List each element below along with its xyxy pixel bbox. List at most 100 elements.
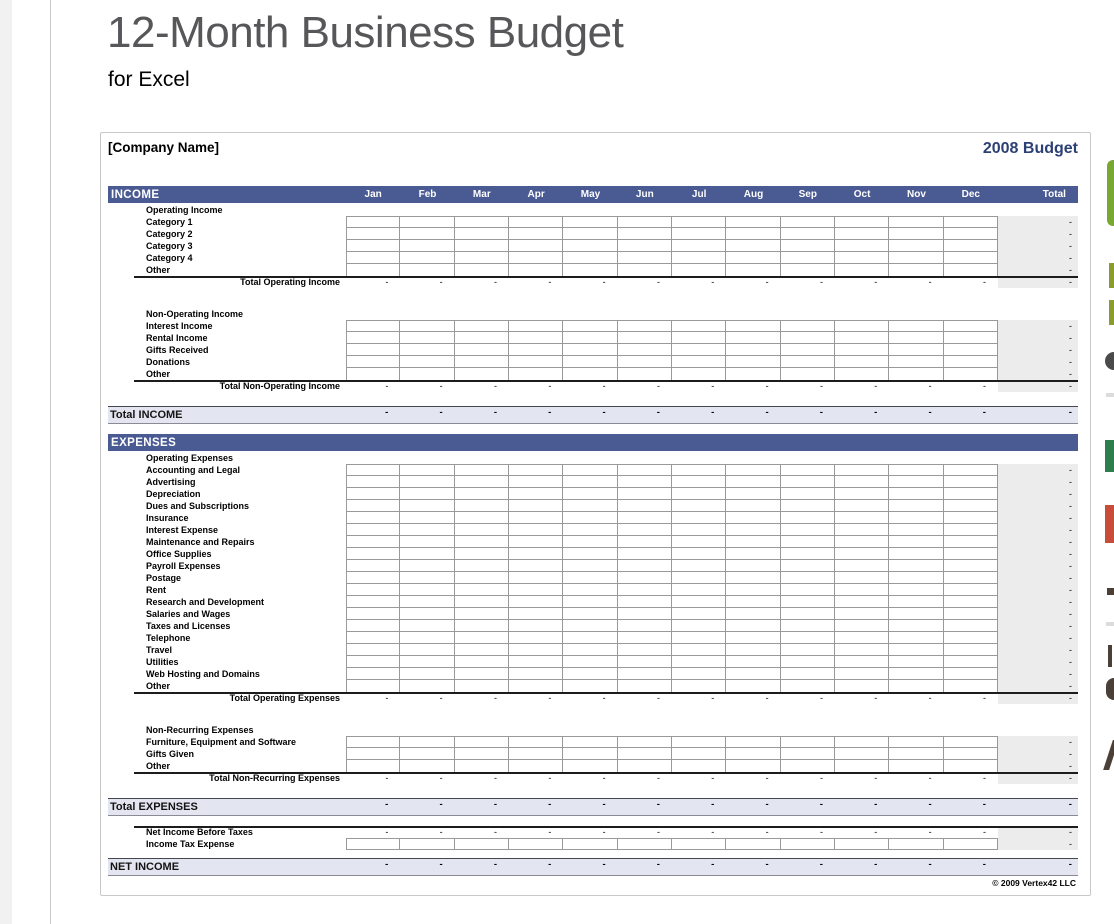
month-cell bbox=[726, 464, 780, 476]
month-cell bbox=[781, 240, 835, 252]
month-cell bbox=[889, 240, 943, 252]
month-cell bbox=[726, 344, 780, 356]
month-cell bbox=[346, 748, 400, 760]
month-cell bbox=[726, 560, 780, 572]
month-cell bbox=[835, 264, 889, 276]
month-cell bbox=[563, 596, 617, 608]
month-value-cell: - bbox=[618, 799, 672, 815]
row-label: Category 4 bbox=[108, 252, 346, 264]
total-cell: - bbox=[998, 596, 1078, 608]
row-label: Web Hosting and Domains bbox=[108, 668, 346, 680]
total-cell: - bbox=[998, 464, 1078, 476]
month-cell bbox=[563, 536, 617, 548]
month-cell bbox=[346, 368, 400, 380]
month-cell bbox=[509, 584, 563, 596]
item-row: Web Hosting and Domains- bbox=[108, 668, 1078, 680]
total-cell: - bbox=[998, 736, 1078, 748]
month-value-cell: - bbox=[944, 380, 998, 392]
total-value-cell: - bbox=[998, 772, 1078, 784]
month-cell bbox=[944, 228, 998, 240]
month-cell bbox=[346, 476, 400, 488]
month-cell bbox=[835, 656, 889, 668]
month-cell bbox=[509, 320, 563, 332]
month-cell bbox=[889, 584, 943, 596]
green-file-icon-fragment[interactable] bbox=[1105, 440, 1114, 472]
month-value-cell: - bbox=[563, 799, 617, 815]
month-cell bbox=[835, 320, 889, 332]
month-cell bbox=[835, 572, 889, 584]
month-cell bbox=[781, 644, 835, 656]
month-cell bbox=[346, 332, 400, 344]
month-cell bbox=[563, 760, 617, 772]
month-value-cell: - bbox=[455, 380, 509, 392]
block-title-row: Operating Income bbox=[108, 204, 1078, 216]
spacer-row bbox=[108, 288, 1078, 308]
month-cell bbox=[889, 536, 943, 548]
month-cell bbox=[781, 332, 835, 344]
row-label: Depreciation bbox=[108, 488, 346, 500]
month-value-cell: - bbox=[563, 407, 617, 423]
total-header-cell: Total bbox=[998, 189, 1078, 200]
month-value-cell: - bbox=[455, 799, 509, 815]
month-value-cell: - bbox=[509, 380, 563, 392]
month-cell bbox=[346, 536, 400, 548]
item-row: Category 2- bbox=[108, 228, 1078, 240]
month-cell bbox=[781, 760, 835, 772]
month-cell bbox=[726, 644, 780, 656]
month-cell bbox=[781, 500, 835, 512]
total-cell: - bbox=[998, 264, 1078, 276]
month-cell bbox=[781, 536, 835, 548]
month-cell bbox=[509, 476, 563, 488]
total-cell: - bbox=[998, 608, 1078, 620]
green-link-line-fragment[interactable] bbox=[1109, 300, 1114, 325]
month-cell bbox=[726, 838, 780, 850]
month-value-cell: - bbox=[346, 380, 400, 392]
month-cell bbox=[835, 524, 889, 536]
month-cell bbox=[509, 332, 563, 344]
page-title: 12-Month Business Budget bbox=[107, 8, 623, 58]
item-row: Research and Development- bbox=[108, 596, 1078, 608]
row-label: Net Income Before Taxes bbox=[108, 826, 346, 838]
month-cell bbox=[400, 240, 454, 252]
month-cell bbox=[400, 356, 454, 368]
month-cell bbox=[889, 368, 943, 380]
month-cell bbox=[400, 632, 454, 644]
month-cell bbox=[509, 488, 563, 500]
month-cell bbox=[563, 332, 617, 344]
month-cell bbox=[509, 656, 563, 668]
total-value-cell: - bbox=[998, 692, 1078, 704]
block-title-label: Operating Income bbox=[108, 205, 346, 215]
month-value-cell: - bbox=[672, 826, 726, 838]
month-cell bbox=[726, 228, 780, 240]
month-cell bbox=[889, 332, 943, 344]
row-label: Income Tax Expense bbox=[108, 838, 346, 850]
section-header-label: EXPENSES bbox=[108, 437, 346, 449]
month-cell bbox=[835, 464, 889, 476]
row-label: Rental Income bbox=[108, 332, 346, 344]
month-cell bbox=[781, 344, 835, 356]
red-file-icon-fragment[interactable] bbox=[1105, 505, 1114, 543]
budget-template-preview[interactable]: [Company Name] 2008 Budget INCOMEJanFebM… bbox=[100, 132, 1091, 896]
month-value-cell: - bbox=[455, 859, 509, 875]
month-cell bbox=[346, 488, 400, 500]
month-cell bbox=[400, 656, 454, 668]
spacer-row bbox=[108, 816, 1078, 826]
sheet-body: INCOMEJanFebMarAprMayJunJulAugSepOctNovD… bbox=[108, 186, 1078, 876]
month-value-cell: - bbox=[835, 859, 889, 875]
month-cell bbox=[509, 536, 563, 548]
month-cell bbox=[781, 320, 835, 332]
month-cell bbox=[618, 216, 672, 228]
download-button-fragment[interactable] bbox=[1107, 160, 1114, 226]
month-cell bbox=[672, 228, 726, 240]
month-cell bbox=[835, 476, 889, 488]
month-cell bbox=[618, 560, 672, 572]
green-link-line-fragment[interactable] bbox=[1109, 263, 1114, 288]
month-cell bbox=[509, 632, 563, 644]
month-cell bbox=[781, 512, 835, 524]
month-cell bbox=[509, 760, 563, 772]
month-cell bbox=[455, 252, 509, 264]
month-cell bbox=[672, 536, 726, 548]
row-label: Rent bbox=[108, 584, 346, 596]
month-value-cell: - bbox=[781, 407, 835, 423]
month-cell bbox=[835, 736, 889, 748]
